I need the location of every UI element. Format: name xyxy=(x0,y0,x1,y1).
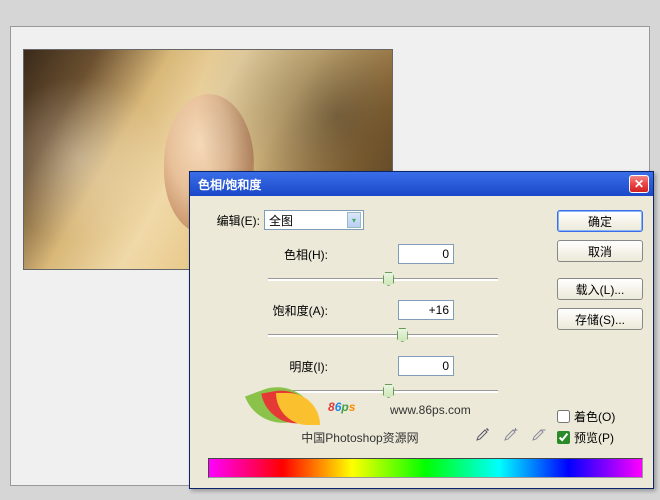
load-button[interactable]: 载入(L)... xyxy=(557,278,643,300)
watermark: 86ps www.86ps.com 中国Photoshop资源网 xyxy=(250,381,470,446)
close-button[interactable]: ✕ xyxy=(629,175,649,193)
saturation-value-input[interactable] xyxy=(398,300,454,320)
eyedropper-group xyxy=(473,424,549,444)
lightness-value-input[interactable] xyxy=(398,356,454,376)
lightness-label: 明度(I): xyxy=(208,358,328,375)
dialog-body: 编辑(E): 全图 ▾ 色相(H): 饱和度(A): 明度(I): xyxy=(190,196,653,488)
hue-label: 色相(H): xyxy=(208,246,328,263)
saturation-label: 饱和度(A): xyxy=(208,302,328,319)
preview-checkbox[interactable]: 预览(P) xyxy=(557,429,643,446)
hue-saturation-dialog: 色相/饱和度 ✕ 编辑(E): 全图 ▾ 色相(H): 饱和度(A): 明 xyxy=(189,171,654,489)
close-icon: ✕ xyxy=(634,177,644,191)
eyedropper-icon[interactable] xyxy=(473,424,493,444)
watermark-cn: 中国Photoshop资源网 xyxy=(250,429,470,446)
colorize-checkbox[interactable]: 着色(O) xyxy=(557,408,643,425)
ok-button[interactable]: 确定 xyxy=(557,210,643,232)
hue-slider[interactable] xyxy=(268,270,498,290)
dialog-titlebar[interactable]: 色相/饱和度 ✕ xyxy=(190,172,653,196)
lightness-row: 明度(I): xyxy=(208,356,643,376)
edit-label: 编辑(E): xyxy=(208,212,260,229)
eyedropper-plus-icon[interactable] xyxy=(501,424,521,444)
dialog-title: 色相/饱和度 xyxy=(198,176,629,193)
edit-select-value: 全图 xyxy=(269,212,293,229)
watermark-logo: 86ps www.86ps.com xyxy=(250,381,470,427)
checkbox-group: 着色(O) 预览(P) xyxy=(557,408,643,450)
watermark-url: www.86ps.com xyxy=(390,403,471,417)
saturation-slider[interactable] xyxy=(268,326,498,346)
cancel-button[interactable]: 取消 xyxy=(557,240,643,262)
colorize-checkbox-input[interactable] xyxy=(557,410,570,423)
chevron-down-icon: ▾ xyxy=(347,212,361,228)
button-column: 确定 取消 载入(L)... 存储(S)... xyxy=(557,210,643,338)
watermark-brand: 86ps xyxy=(328,391,355,417)
preview-checkbox-input[interactable] xyxy=(557,431,570,444)
edit-select[interactable]: 全图 ▾ xyxy=(264,210,364,230)
eyedropper-minus-icon[interactable] xyxy=(529,424,549,444)
hue-value-input[interactable] xyxy=(398,244,454,264)
save-button[interactable]: 存储(S)... xyxy=(557,308,643,330)
hue-spectrum-bar xyxy=(208,458,643,478)
